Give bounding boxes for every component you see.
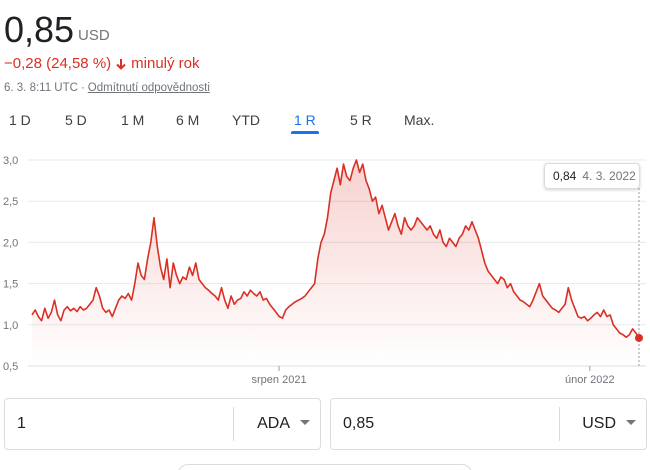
chevron-down-icon bbox=[626, 420, 636, 425]
to-unit-select[interactable]: USD bbox=[559, 399, 646, 449]
finance-widget: 0,85 USD −0,28 (24,58 %) minulý rok 6. 3… bbox=[0, 0, 650, 470]
from-unit-select[interactable]: ADA bbox=[233, 399, 320, 449]
y-tick-label: 1,0 bbox=[3, 320, 18, 332]
timestamp: 6. 3. 8:11 UTC bbox=[4, 82, 78, 94]
y-tick-label: 3,0 bbox=[3, 155, 18, 167]
change-value: −0,28 (24,58 %) bbox=[4, 55, 112, 72]
x-tick-label: únor 2022 bbox=[565, 374, 615, 386]
price-change: −0,28 (24,58 %) minulý rok bbox=[4, 55, 200, 72]
y-axis-labels: 3,0 2,5 2,0 1,5 1,0 0,5 bbox=[3, 155, 18, 373]
price-currency: USD bbox=[78, 27, 110, 44]
range-tabs: 1 D 5 D 1 M 6 M YTD 1 R 5 R Max. bbox=[0, 110, 650, 136]
x-tick-label: srpen 2021 bbox=[252, 374, 307, 386]
tab-5d[interactable]: 5 D bbox=[65, 110, 87, 136]
to-unit-label: USD bbox=[582, 415, 616, 432]
tab-1r[interactable]: 1 R bbox=[291, 110, 319, 136]
change-period: minulý rok bbox=[131, 55, 200, 72]
tab-1d[interactable]: 1 D bbox=[9, 110, 31, 136]
tab-max[interactable]: Max. bbox=[404, 110, 434, 136]
y-tick-label: 2,5 bbox=[3, 196, 18, 208]
tab-6m[interactable]: 6 M bbox=[176, 110, 199, 136]
converter-to: 0,85 USD bbox=[330, 398, 647, 450]
chart-tooltip: 0,84 4. 3. 2022 bbox=[544, 163, 640, 189]
converter-from: 1 ADA bbox=[4, 398, 321, 450]
chevron-down-icon bbox=[300, 420, 310, 425]
current-price: 0,85 bbox=[4, 9, 75, 50]
tooltip-date: 4. 3. 2022 bbox=[582, 169, 636, 183]
timestamp-row: 6. 3. 8:11 UTC · Odmítnutí odpovědnosti bbox=[4, 82, 210, 94]
y-tick-label: 1,5 bbox=[3, 279, 18, 291]
chart-area-fill bbox=[32, 160, 639, 366]
arrow-down-icon bbox=[114, 57, 128, 71]
from-amount-input[interactable]: 1 bbox=[17, 399, 26, 449]
tooltip-value: 0,84 bbox=[553, 169, 577, 183]
more-about-button[interactable] bbox=[178, 464, 472, 470]
x-axis: srpen 2021 únor 2022 bbox=[28, 365, 646, 386]
tab-1m[interactable]: 1 M bbox=[121, 110, 144, 136]
tab-5r[interactable]: 5 R bbox=[350, 110, 372, 136]
y-tick-label: 2,0 bbox=[3, 237, 18, 249]
from-unit-label: ADA bbox=[257, 415, 290, 432]
to-amount-input[interactable]: 0,85 bbox=[343, 399, 374, 449]
y-tick-label: 0,5 bbox=[3, 361, 18, 373]
meta-separator: · bbox=[80, 82, 85, 94]
current-point-marker bbox=[635, 333, 643, 342]
tab-ytd[interactable]: YTD bbox=[232, 110, 260, 136]
disclaimer-link[interactable]: Odmítnutí odpovědnosti bbox=[88, 82, 210, 94]
